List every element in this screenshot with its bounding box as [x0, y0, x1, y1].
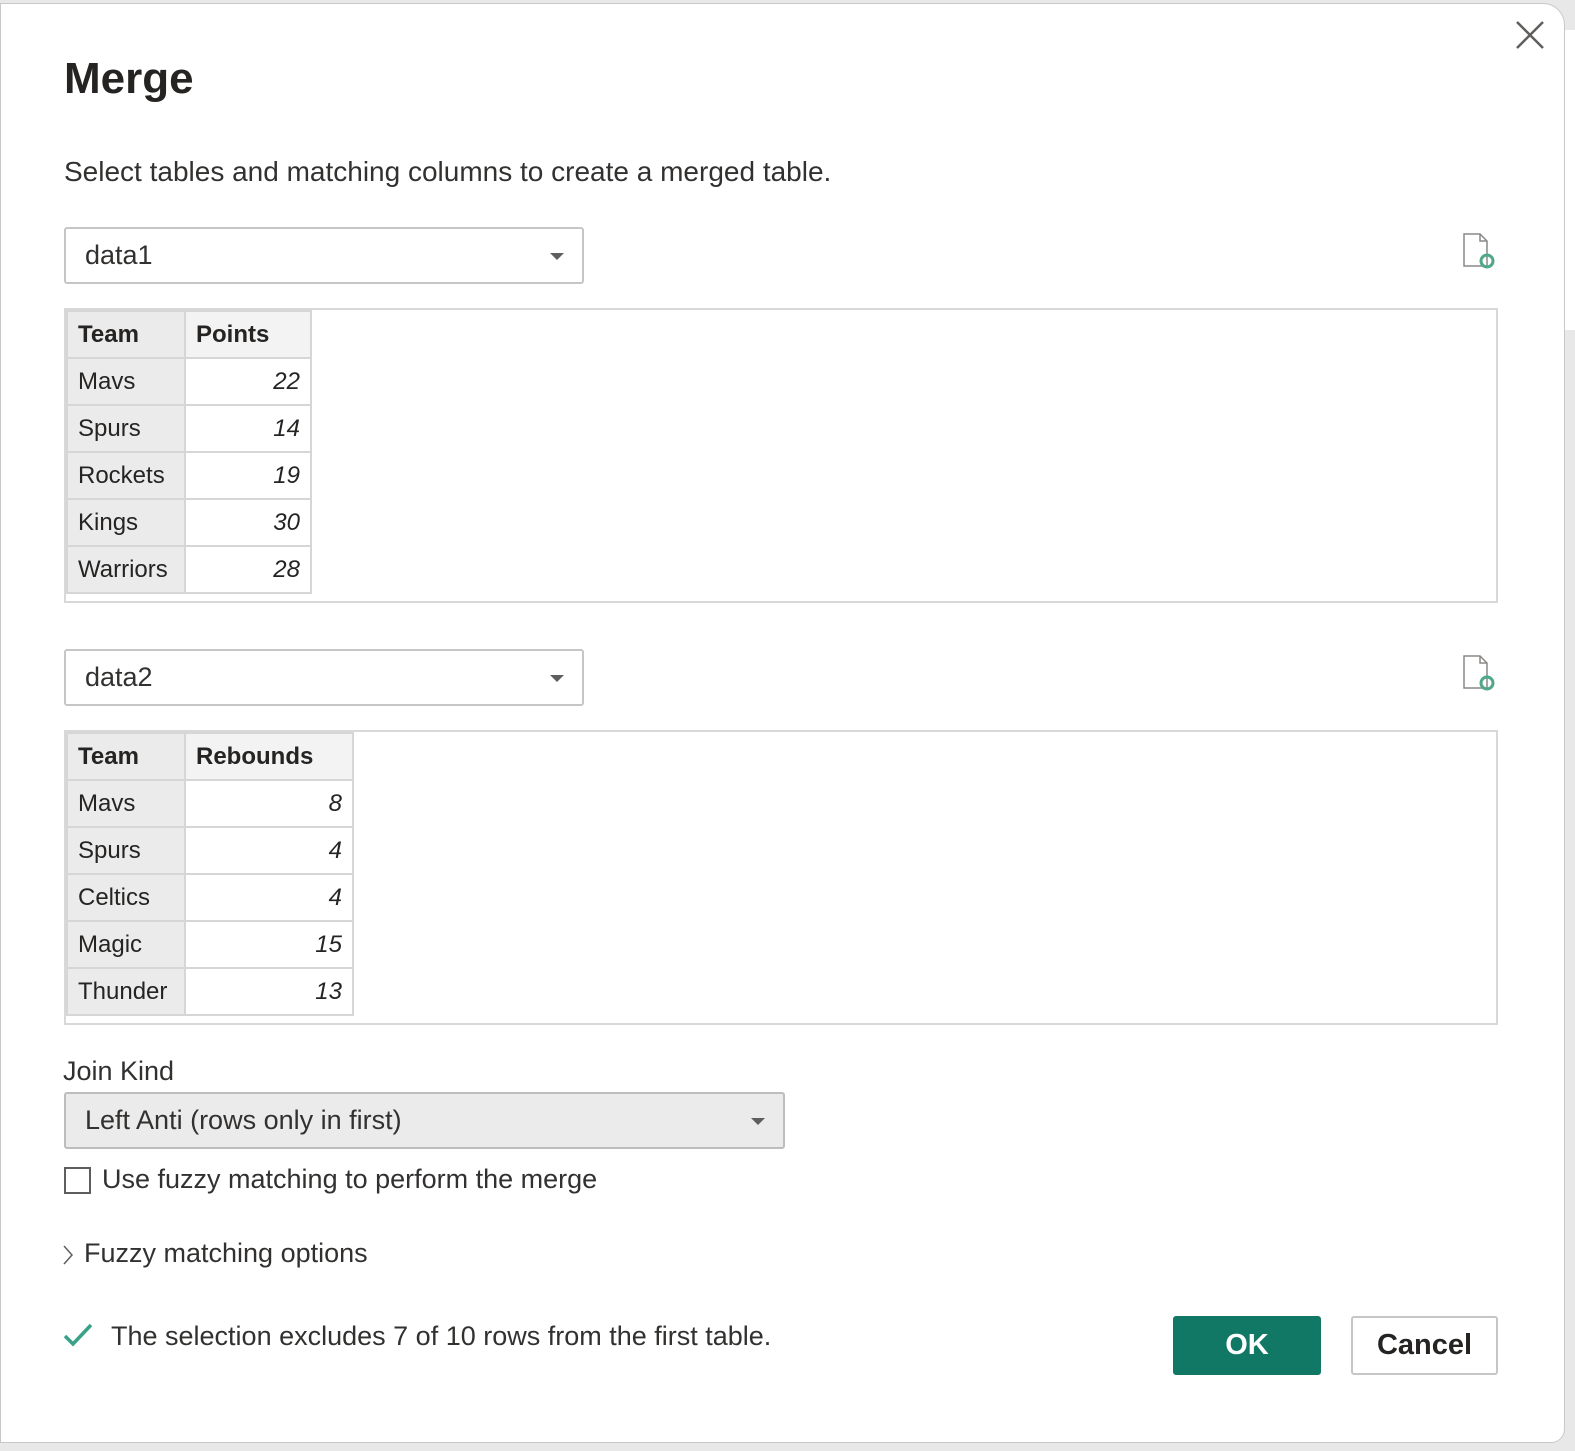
cell: Thunder [66, 967, 186, 1016]
cell: 8 [184, 779, 354, 828]
column-header[interactable]: Team [66, 310, 186, 359]
ok-button[interactable]: OK [1173, 1316, 1321, 1375]
table-row: Celtics 4 [66, 873, 354, 922]
table2-preview: Team Rebounds Mavs 8 Spurs 4 Celtics 4 Magic… [64, 730, 1498, 1025]
refresh-preview-icon[interactable] [1461, 232, 1495, 270]
join-kind-value: Left Anti (rows only in first) [85, 1105, 402, 1135]
table2-dropdown[interactable]: data2 [64, 649, 584, 706]
table-row: Spurs 14 [66, 404, 312, 453]
chevron-down-icon [550, 253, 564, 260]
background-app [1565, 30, 1575, 330]
table1-preview: Team Points Mavs 22 Spurs 14 Rockets 19 King… [64, 308, 1498, 603]
table1-dropdown[interactable]: data1 [64, 227, 584, 284]
chevron-down-icon [550, 675, 564, 682]
join-kind-label: Join Kind [63, 1056, 175, 1086]
status-text: The selection excludes 7 of 10 rows from… [111, 1321, 772, 1351]
column-header[interactable]: Rebounds [184, 732, 354, 781]
cell: Mavs [66, 357, 186, 406]
table2-grid: Team Rebounds Mavs 8 Spurs 4 Celtics 4 Magic… [66, 732, 354, 1016]
cell: Mavs [66, 779, 186, 828]
table-row: Warriors 28 [66, 545, 312, 594]
close-icon[interactable] [1513, 18, 1547, 52]
table-row: Kings 30 [66, 498, 312, 547]
chevron-down-icon [751, 1118, 765, 1125]
table-row: Magic 15 [66, 920, 354, 969]
cell: 14 [184, 404, 312, 453]
table2-dropdown-value: data2 [85, 662, 153, 692]
column-header[interactable]: Points [184, 310, 312, 359]
table1-grid: Team Points Mavs 22 Spurs 14 Rockets 19 King… [66, 310, 312, 594]
table1-dropdown-value: data1 [85, 240, 153, 270]
chevron-right-icon[interactable] [61, 1244, 75, 1266]
fuzzy-matching-label[interactable]: Use fuzzy matching to perform the merge [102, 1164, 597, 1195]
cell: Rockets [66, 451, 186, 500]
cell: Spurs [66, 404, 186, 453]
cell: Magic [66, 920, 186, 969]
fuzzy-matching-checkbox[interactable] [64, 1167, 91, 1194]
join-kind-dropdown[interactable]: Left Anti (rows only in first) [64, 1092, 785, 1149]
cancel-button[interactable]: Cancel [1351, 1316, 1498, 1375]
cell: Kings [66, 498, 186, 547]
table-row: Mavs 8 [66, 779, 354, 828]
refresh-preview-icon[interactable] [1461, 654, 1495, 692]
cell: 19 [184, 451, 312, 500]
checkmark-icon [63, 1323, 93, 1347]
cell: Celtics [66, 873, 186, 922]
cell: 28 [184, 545, 312, 594]
cell: 4 [184, 826, 354, 875]
cell: 30 [184, 498, 312, 547]
table-row: Spurs 4 [66, 826, 354, 875]
cell: 22 [184, 357, 312, 406]
fuzzy-options-toggle[interactable]: Fuzzy matching options [84, 1238, 368, 1269]
cell: Spurs [66, 826, 186, 875]
column-header[interactable]: Team [66, 732, 186, 781]
table-row: Mavs 22 [66, 357, 312, 406]
cell: 13 [184, 967, 354, 1016]
dialog-title: Merge [64, 54, 194, 103]
dialog-subtitle: Select tables and matching columns to cr… [64, 156, 832, 187]
cell: 4 [184, 873, 354, 922]
table-row: Thunder 13 [66, 967, 354, 1016]
merge-dialog: Merge Select tables and matching columns… [0, 3, 1565, 1443]
table-row: Rockets 19 [66, 451, 312, 500]
cell: 15 [184, 920, 354, 969]
cell: Warriors [66, 545, 186, 594]
